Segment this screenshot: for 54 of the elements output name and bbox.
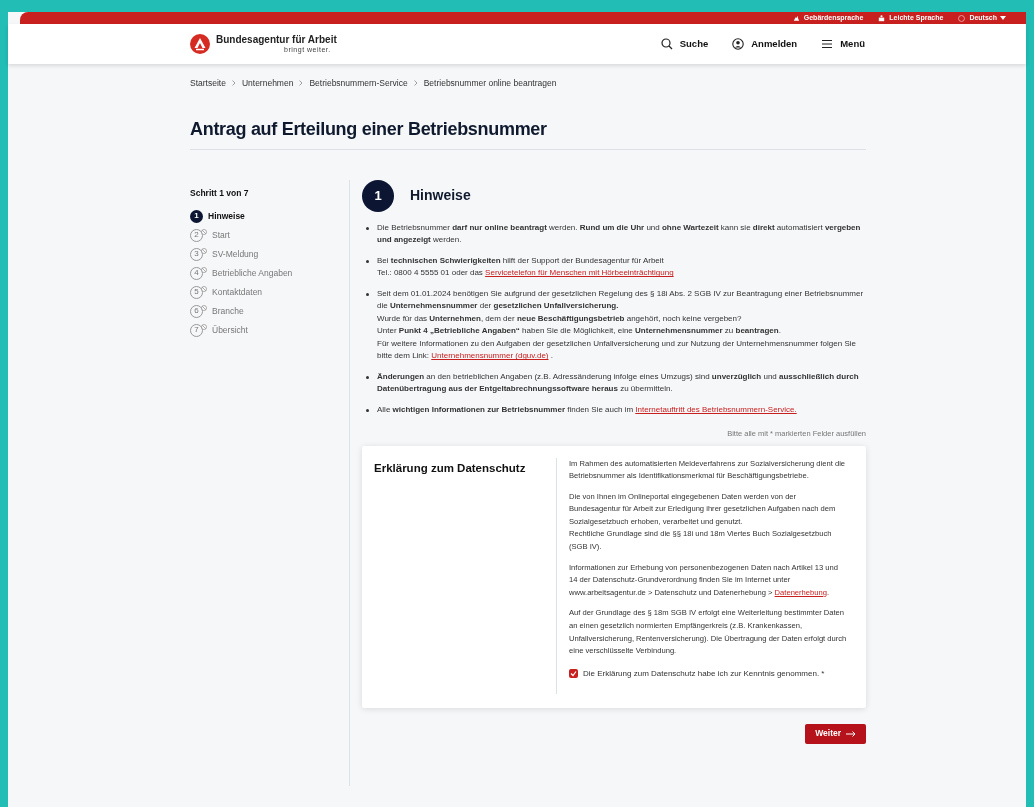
section-title: Hinweise <box>410 186 471 206</box>
privacy-title: Erklärung zum Datenschutz <box>374 460 527 476</box>
reader-icon <box>877 13 887 23</box>
blocked-icon <box>201 266 207 273</box>
hint-text: Änderungen an den betrieblichen Angaben (z.B. Adressänderung infolge eines Umzugs) sind unverzüglich und ausschließlich durch Datenübertragung aus der Entgeltabrechnungssoftware heraus zu übermitteln. <box>377 370 860 396</box>
step-number: 1 <box>190 209 203 223</box>
breadcrumb-link[interactable]: Unternehmen <box>241 77 294 90</box>
logo-name: Bundesagentur für Arbeit <box>216 34 337 45</box>
consent-label: Die Erklärung zum Datenschutz habe ich zur Kenntnis genommen. * <box>583 667 825 680</box>
text-link[interactable]: Servicetelefon für Menschen mit Hörbeeinträchtigung <box>485 268 674 278</box>
breadcrumb-link[interactable]: Betriebsnummer online beantragen <box>423 77 557 90</box>
step-label[interactable]: Übersicht <box>212 323 248 337</box>
bullet-icon <box>366 375 369 379</box>
next-button[interactable]: Weiter <box>805 723 866 744</box>
hint-text: Bei technischen Schwierigkeiten hilft der Support der Bundesagentur für Arbeit Tel.: 0800 4 5555 01 oder das Servicetelefon für Menschen mit Hörbeeinträchtigung <box>377 254 674 280</box>
blocked-icon <box>201 228 207 235</box>
blocked-icon <box>201 247 207 254</box>
section-number: 1 <box>362 179 394 212</box>
step-label[interactable]: Branche <box>212 304 244 318</box>
blocked-icon <box>201 285 207 292</box>
step-label[interactable]: Hinweise <box>208 209 245 223</box>
bullet-icon <box>366 226 369 230</box>
hint-text: Die Betriebsnummer darf nur online beantragt werden. Rund um die Uhr und ohne Wartezeit kann sie direkt automatisiert vergeben und angezeigt werden. <box>377 221 862 247</box>
bullet-icon <box>366 259 369 263</box>
step-label[interactable]: SV-Meldung <box>212 247 259 261</box>
bullet-icon <box>366 292 369 296</box>
menu-icon <box>821 38 834 50</box>
page-title: Antrag auf Erteilung einer Betriebsnummer <box>190 115 866 150</box>
breadcrumb-link[interactable]: Betriebsnummern-Service <box>309 77 408 90</box>
chevron-icon <box>413 80 418 87</box>
text-link[interactable]: Unternehmensnummer (dguv.de) <box>431 351 549 361</box>
text-link[interactable]: Internetauftritt des Betriebsnummern-Service. <box>635 404 797 414</box>
search-icon <box>660 38 673 50</box>
hint-text: Seit dem 01.01.2024 benötigen Sie aufgrund der gesetzlichen Regelung des § 18i Abs. 2 SGB IV zur Beantragung einer Betriebsnummer die Unternehmensnummer der gesetzlichen Unfallversicherung. Wurde für das Unternehmen, dem der neue Beschäftigungsbetrieb angehört, noch keine vergeben? Unter Punkt 4 „Betriebliche Angaben“ haben Sie die Möglichkeit, eine Unternehmensnummer zu beantragen. Für weitere Informationen zu den Aufgaben der gesetzlichen Unfallversicherung und zur Nutzung der Unternehmensnummer folgen Sie bitte dem Link: Unternehmensnummer (dguv.de) . <box>377 287 865 363</box>
header-search-button[interactable]: Suche <box>660 36 709 52</box>
header-user-button[interactable]: Anmelden <box>732 36 798 52</box>
arrow-right-icon <box>846 730 856 737</box>
bullet-icon <box>366 408 369 412</box>
logo-icon <box>190 34 210 54</box>
step-label[interactable]: Start <box>212 228 230 242</box>
consent-checkbox[interactable] <box>569 669 578 679</box>
blocked-icon <box>201 323 207 330</box>
caret-icon <box>1000 16 1006 20</box>
step-caption: Schritt 1 von 7 <box>190 186 250 200</box>
breadcrumb-link[interactable]: Startseite <box>190 77 226 90</box>
chevron-icon <box>231 80 236 87</box>
header-menu-button[interactable]: Menü <box>821 36 865 52</box>
step-label[interactable]: Kontaktdaten <box>212 285 263 299</box>
chevron-icon <box>299 80 304 87</box>
step-label[interactable]: Betriebliche Angaben <box>212 266 293 280</box>
hint-text: Alle wichtigen Informationen zur Betriebsnummer finden Sie auch im Internetauftritt des Betriebsnummern-Service. <box>377 403 797 416</box>
user-icon <box>732 38 745 50</box>
globe-icon <box>957 13 967 23</box>
blocked-icon <box>201 304 207 311</box>
